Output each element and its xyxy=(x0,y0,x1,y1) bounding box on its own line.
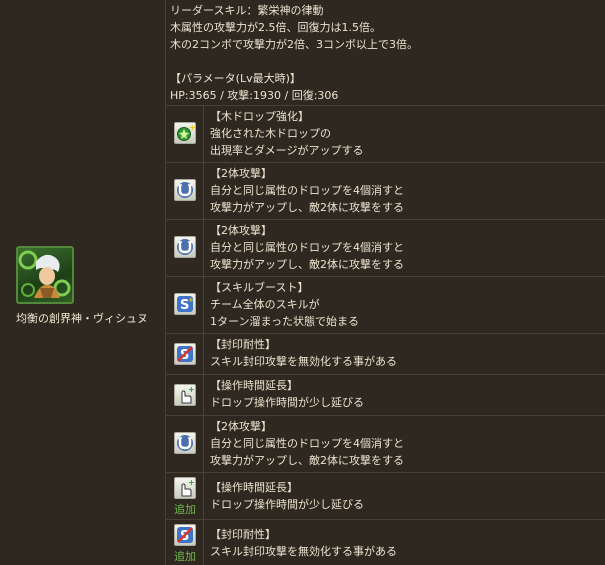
awakening-title: 【操作時間延長】 xyxy=(210,379,298,392)
awakening-text: 【2体攻撃】 自分と同じ属性のドロップを4個消すと 攻撃力がアップし、敵2体に攻… xyxy=(210,418,600,469)
awakening-row: + 【木ドロップ強化】 強化された木ドロップの 出現率とダメージがアップする xyxy=(166,106,605,163)
awakening-desc: 自分と同じ属性のドロップを4個消すと xyxy=(210,241,404,254)
awakening-title: 【2体攻撃】 xyxy=(210,224,272,237)
two-prong-attack-icon[interactable] xyxy=(174,432,196,454)
awakening-icon-cell: S + xyxy=(166,277,204,333)
awakening-row: S 追加 【封印耐性】 スキル封印攻撃を無効化する事がある xyxy=(166,520,605,565)
svg-text:+: + xyxy=(188,296,194,304)
awakening-desc: ドロップ操作時間が少し延びる xyxy=(210,396,364,409)
monster-detail: 均衡の創界神・ヴィシュヌ リーダースキル：繁栄神の律動 木属性の攻撃力が2.5倍… xyxy=(0,0,605,565)
awakening-title: 【2体攻撃】 xyxy=(210,167,272,180)
awakening-desc: ドロップ操作時間が少し延びる xyxy=(210,498,364,511)
awakening-text: 【封印耐性】 スキル封印攻撃を無効化する事がある xyxy=(210,526,600,560)
awakening-icon-cell: S 追加 xyxy=(166,520,204,565)
awakening-desc: 攻撃力がアップし、敵2体に攻撃をする xyxy=(210,201,404,214)
awakening-title: 【封印耐性】 xyxy=(210,528,276,541)
added-badge: 追加 xyxy=(174,503,196,516)
added-badge: 追加 xyxy=(174,550,196,563)
svg-text:+: + xyxy=(188,478,195,487)
awakening-row: 【2体攻撃】 自分と同じ属性のドロップを4個消すと 攻撃力がアップし、敵2体に攻… xyxy=(166,163,605,220)
awakening-icon-cell: + 追加 xyxy=(166,473,204,519)
awakening-desc: 自分と同じ属性のドロップを4個消すと xyxy=(210,184,404,197)
awakening-title: 【封印耐性】 xyxy=(210,338,276,351)
skill-boost-icon[interactable]: S + xyxy=(174,293,196,315)
awakening-text: 【木ドロップ強化】 強化された木ドロップの 出現率とダメージがアップする xyxy=(210,108,600,159)
awakening-text: 【封印耐性】 スキル封印攻撃を無効化する事がある xyxy=(210,336,600,370)
awakening-row: + 【操作時間延長】 ドロップ操作時間が少し延びる xyxy=(166,375,605,416)
svg-text:+: + xyxy=(188,385,195,394)
awakening-desc: 出現率とダメージがアップする xyxy=(210,144,364,157)
parameter-heading: 【パラメータ(Lv最大時)】 xyxy=(170,72,301,85)
skill-bind-resist-icon[interactable]: S xyxy=(174,524,196,546)
awakening-desc: 強化された木ドロップの xyxy=(210,127,331,140)
awakening-icon-cell: S xyxy=(166,334,204,374)
awakening-row: S 【封印耐性】 スキル封印攻撃を無効化する事がある xyxy=(166,334,605,375)
leader-skill-line xyxy=(170,53,418,70)
skill-bind-resist-icon[interactable]: S xyxy=(174,343,196,365)
time-extend-icon[interactable]: + xyxy=(174,384,196,406)
awakening-desc: スキル封印攻撃を無効化する事がある xyxy=(210,545,397,558)
awakening-desc: 攻撃力がアップし、敵2体に攻撃をする xyxy=(210,258,404,271)
awakening-title: 【木ドロップ強化】 xyxy=(210,110,309,123)
wood-orb-enhance-icon[interactable]: + xyxy=(174,122,196,144)
awakening-row: S + 【スキルブースト】 チーム全体のスキルが 1ターン溜まった状態で始まる xyxy=(166,277,605,334)
awakening-icon-cell xyxy=(166,416,204,472)
character-portrait[interactable] xyxy=(16,246,74,304)
awakening-desc: 自分と同じ属性のドロップを4個消すと xyxy=(210,437,404,450)
awakening-desc: スキル封印攻撃を無効化する事がある xyxy=(210,355,397,368)
awakening-text: 【2体攻撃】 自分と同じ属性のドロップを4個消すと 攻撃力がアップし、敵2体に攻… xyxy=(210,222,600,273)
awakening-text: 【操作時間延長】 ドロップ操作時間が少し延びる xyxy=(210,377,600,411)
leader-skill-text: リーダースキル：繁栄神の律動 木属性の攻撃力が2.5倍、回復力は1.5倍。 木の… xyxy=(170,2,418,104)
character-name: 均衡の創界神・ヴィシュヌ xyxy=(16,312,148,325)
svg-text:+: + xyxy=(189,123,195,132)
leader-skill-line: 木の2コンボで攻撃力が2倍、3コンボ以上で3倍。 xyxy=(170,38,418,51)
awakening-row: 【2体攻撃】 自分と同じ属性のドロップを4個消すと 攻撃力がアップし、敵2体に攻… xyxy=(166,220,605,277)
awakening-row: + 追加 【操作時間延長】 ドロップ操作時間が少し延びる xyxy=(166,473,605,520)
awakening-text: 【スキルブースト】 チーム全体のスキルが 1ターン溜まった状態で始まる xyxy=(210,279,600,330)
leader-skill-line: 木属性の攻撃力が2.5倍、回復力は1.5倍。 xyxy=(170,21,381,34)
two-prong-attack-icon[interactable] xyxy=(174,179,196,201)
awakening-icon-cell xyxy=(166,220,204,276)
awakening-desc: 1ターン溜まった状態で始まる xyxy=(210,315,360,328)
parameter-values: HP:3565 / 攻撃:1930 / 回復:306 xyxy=(170,89,339,102)
character-column: 均衡の創界神・ヴィシュヌ xyxy=(0,0,166,565)
awakening-text: 【2体攻撃】 自分と同じ属性のドロップを4個消すと 攻撃力がアップし、敵2体に攻… xyxy=(210,165,600,216)
awakening-icon-cell: + xyxy=(166,375,204,415)
awakening-desc: チーム全体のスキルが xyxy=(210,298,320,311)
awakening-title: 【操作時間延長】 xyxy=(210,481,298,494)
time-extend-icon[interactable]: + xyxy=(174,477,196,499)
character-block: 均衡の創界神・ヴィシュヌ xyxy=(16,246,166,326)
awakening-desc: 攻撃力がアップし、敵2体に攻撃をする xyxy=(210,454,404,467)
leader-skill-cell: リーダースキル：繁栄神の律動 木属性の攻撃力が2.5倍、回復力は1.5倍。 木の… xyxy=(166,0,605,106)
leader-skill-line: リーダースキル：繁栄神の律動 xyxy=(170,4,324,17)
awakening-icon-cell: + xyxy=(166,106,204,162)
awakening-icon-cell xyxy=(166,163,204,219)
awakening-title: 【2体攻撃】 xyxy=(210,420,272,433)
character-portrait-art xyxy=(18,250,71,298)
awakening-title: 【スキルブースト】 xyxy=(210,281,309,294)
two-prong-attack-icon[interactable] xyxy=(174,236,196,258)
awakening-row: 【2体攻撃】 自分と同じ属性のドロップを4個消すと 攻撃力がアップし、敵2体に攻… xyxy=(166,416,605,473)
awakening-text: 【操作時間延長】 ドロップ操作時間が少し延びる xyxy=(210,479,600,513)
